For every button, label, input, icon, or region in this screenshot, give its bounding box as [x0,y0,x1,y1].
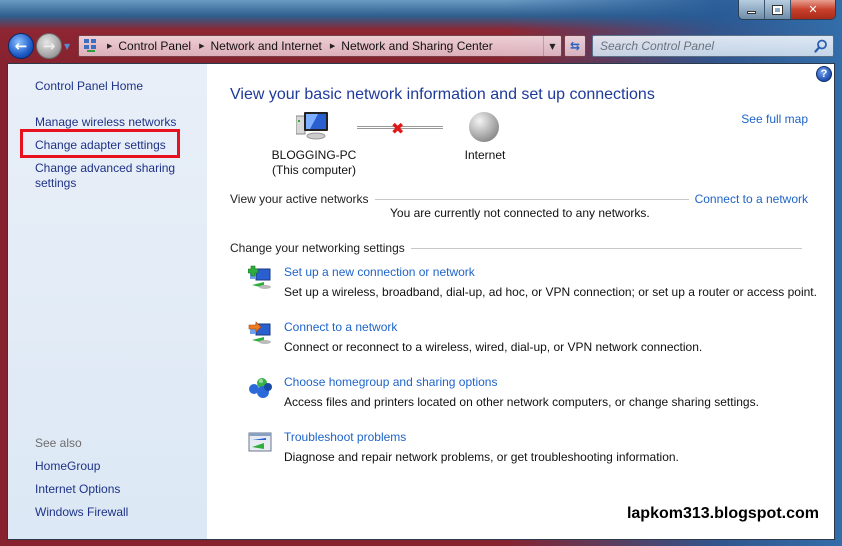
forward-button[interactable]: → [36,33,62,59]
see-also-label: See also [35,436,82,450]
divider [374,198,689,200]
see-full-map-link[interactable]: See full map [741,112,808,126]
search-placeholder: Search Control Panel [600,39,715,53]
breadcrumb-separator[interactable]: ▶ [199,42,204,50]
task-description: Diagnose and repair network problems, or… [284,450,679,464]
networking-settings-section: Change your networking settings [230,240,808,256]
sidebar-item-homegroup[interactable]: HomeGroup [35,459,100,474]
computer-name: BLOGGING-PC [271,148,357,162]
watermark: lapkom313.blogspot.com [626,505,819,522]
not-connected-message: You are currently not connected to any n… [390,206,650,220]
computer-icon[interactable] [296,112,330,140]
new-connection-icon [248,265,271,289]
close-icon: ✕ [808,3,818,16]
computer-subtitle: (This computer) [271,163,357,177]
homegroup-icon [249,378,272,398]
sidebar-item-internet-options[interactable]: Internet Options [35,482,120,497]
sidebar-item-manage-wireless[interactable]: Manage wireless networks [35,115,176,130]
internet-globe-icon[interactable] [469,112,499,142]
back-button[interactable]: ← [8,33,34,59]
refresh-icon: ⇆ [569,39,581,53]
active-networks-label: View your active networks [230,192,369,206]
breadcrumb-network-and-internet[interactable]: Network and Internet [211,39,322,53]
sidebar-item-advanced-sharing[interactable]: Change advanced sharing settings [35,161,185,191]
internet-label: Internet [464,148,506,162]
minimize-icon [747,11,756,14]
control-panel-icon [83,38,99,54]
sidebar-item-windows-firewall[interactable]: Windows Firewall [35,505,128,520]
address-dropdown-button[interactable]: ▼ [543,36,561,56]
window-content: Control Panel Home Manage wireless netwo… [7,63,835,540]
help-button[interactable]: ? [816,66,832,82]
arrow-right-icon: → [42,37,56,55]
maximize-button[interactable] [765,0,791,19]
refresh-button[interactable]: ⇆ [564,35,586,57]
address-bar[interactable]: ▶ Control Panel ▶ Network and Internet ▶… [78,35,562,57]
minimize-button[interactable] [739,0,765,19]
task-link[interactable]: Choose homegroup and sharing options [284,375,497,389]
highlight-box [20,129,180,158]
networking-settings-label: Change your networking settings [230,241,405,255]
breadcrumb-control-panel[interactable]: Control Panel [118,39,191,53]
navigation-bar: ← → ▼ ▶ Control Panel ▶ Network and Inte… [8,32,834,60]
arrow-left-icon: ← [14,37,28,55]
task-link[interactable]: Troubleshoot problems [284,430,406,444]
breadcrumb-separator[interactable]: ▶ [107,42,112,50]
disconnected-x-icon[interactable]: ✖ [391,119,404,138]
maximize-icon [772,4,783,15]
page-title: View your basic network information and … [230,86,655,103]
connect-network-icon [248,321,271,344]
window-controls: ✕ [738,0,836,20]
computer-label: BLOGGING-PC (This computer) [259,148,369,178]
chevron-down-icon: ▼ [549,41,556,51]
sidebar-item-control-panel-home[interactable]: Control Panel Home [35,79,143,94]
task-description: Access files and printers located on oth… [284,395,759,409]
search-icon[interactable] [814,39,828,53]
help-icon: ? [820,68,828,80]
close-button[interactable]: ✕ [791,0,835,19]
active-networks-section: View your active networks Connect to a n… [230,191,808,207]
recent-pages-button[interactable]: ▼ [64,42,74,51]
troubleshoot-icon [248,432,272,452]
task-description: Connect or reconnect to a wireless, wire… [284,340,703,354]
main-panel: ? View your basic network information an… [207,64,834,539]
task-link[interactable]: Connect to a network [284,320,397,334]
breadcrumb-network-sharing-center[interactable]: Network and Sharing Center [341,39,492,53]
connect-to-network-link[interactable]: Connect to a network [695,192,808,206]
breadcrumb-separator[interactable]: ▶ [330,42,335,50]
task-link[interactable]: Set up a new connection or network [284,265,475,279]
search-input[interactable]: Search Control Panel [592,35,834,57]
task-description: Set up a wireless, broadband, dial-up, a… [284,285,817,299]
sidebar: Control Panel Home Manage wireless netwo… [8,64,207,539]
divider [410,247,802,249]
chevron-down-icon: ▼ [64,41,71,51]
